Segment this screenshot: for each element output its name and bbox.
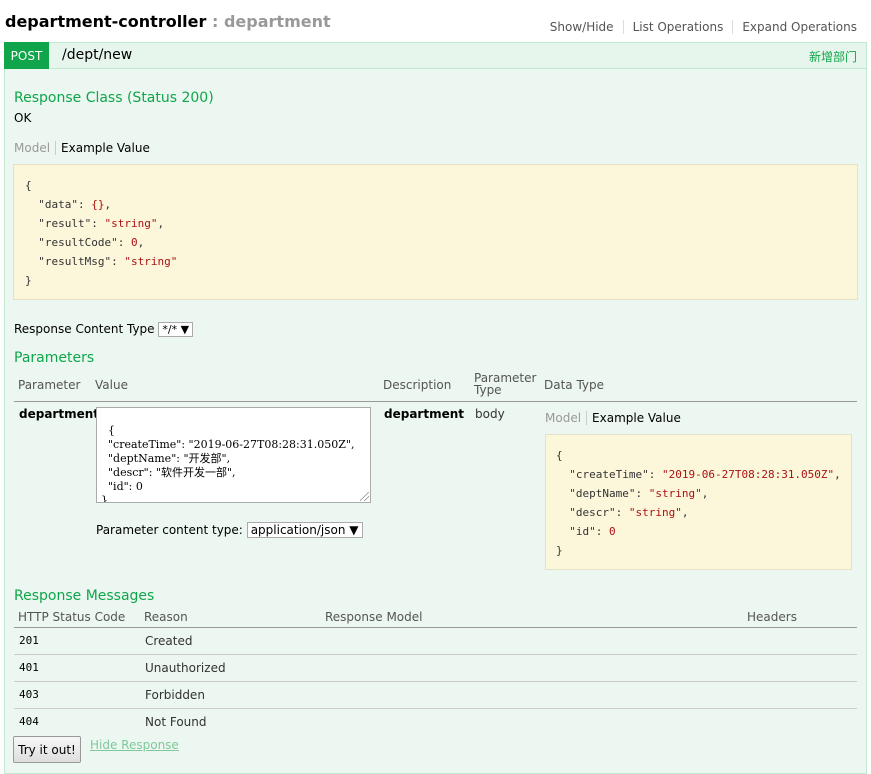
param-header-parameter: Parameter — [18, 378, 81, 392]
response-example-box: { "data": {}, "result": "string", "resul… — [13, 164, 858, 300]
controller-heading[interactable]: department-controller : department — [5, 12, 331, 31]
response-class-text: OK — [14, 111, 32, 125]
param-name: department — [19, 407, 99, 421]
json-open-brace: { — [556, 449, 563, 462]
controller-description: department — [223, 12, 331, 31]
row-divider — [14, 681, 857, 682]
param-header-type: Parameter Type — [474, 371, 537, 397]
response-class-title: Response Class (Status 200) — [14, 90, 214, 106]
resize-handle-icon[interactable] — [360, 492, 369, 501]
response-content-type-select[interactable]: */* ▼ — [158, 322, 194, 337]
param-content-type: Parameter content type: application/json… — [96, 522, 363, 538]
table-row-reason: Unauthorized — [145, 661, 226, 675]
table-row-reason: Forbidden — [145, 688, 205, 702]
header-links: Show/Hide List Operations Expand Operati… — [541, 20, 857, 34]
msg-header-status: HTTP Status Code — [18, 610, 126, 624]
param-header-value: Value — [95, 378, 128, 392]
table-row-reason: Created — [145, 634, 193, 648]
json-line: "result": "string", — [38, 217, 165, 230]
param-example-value-tab[interactable]: Example Value — [587, 411, 681, 425]
response-messages-title: Response Messages — [14, 588, 155, 604]
param-header-data-type: Data Type — [544, 378, 605, 392]
dropdown-arrow-icon: ▼ — [180, 323, 190, 336]
row-divider — [14, 708, 857, 709]
json-line: "resultCode": 0, — [38, 236, 145, 249]
operation-summary[interactable]: 新增部门 — [809, 48, 857, 65]
param-type: body — [475, 407, 505, 421]
dropdown-arrow-icon: ▼ — [349, 523, 359, 537]
list-operations-link[interactable]: List Operations — [624, 20, 734, 34]
msg-header-reason: Reason — [144, 610, 188, 624]
controller-separator: : — [211, 12, 219, 31]
json-line: "resultMsg": "string" — [38, 255, 178, 268]
json-open-brace: { — [25, 179, 32, 192]
response-content-type-label: Response Content Type — [14, 322, 155, 336]
response-model-tabs: Model Example Value — [14, 141, 150, 155]
operation-path[interactable]: /dept/new — [62, 47, 132, 63]
param-content-type-select[interactable]: application/json ▼ — [246, 522, 363, 538]
msg-header-divider — [14, 627, 857, 628]
hide-response-link[interactable]: Hide Response — [90, 738, 179, 752]
param-example-box[interactable]: { "createTime": "2019-06-27T08:28:31.050… — [545, 434, 852, 570]
table-row-code: 404 — [19, 715, 39, 728]
controller-name: department-controller — [5, 12, 207, 31]
param-header-description: Description — [383, 378, 452, 392]
table-row-code: 201 — [19, 634, 39, 647]
parameters-title: Parameters — [14, 350, 95, 366]
row-divider — [14, 654, 857, 655]
param-content-type-label: Parameter content type: — [96, 523, 243, 537]
json-close-brace: } — [556, 544, 563, 557]
msg-header-headers: Headers — [747, 610, 797, 624]
table-row-reason: Not Found — [145, 715, 207, 729]
expand-operations-link[interactable]: Expand Operations — [733, 20, 857, 34]
http-method-badge[interactable]: POST — [4, 42, 49, 69]
json-line: "descr": "string", — [569, 506, 689, 519]
operation-header[interactable] — [4, 42, 867, 69]
model-tab[interactable]: Model — [14, 141, 57, 155]
response-content-type: Response Content Type */* ▼ — [14, 322, 194, 337]
param-model-tab[interactable]: Model — [545, 411, 588, 425]
example-value-tab[interactable]: Example Value — [56, 141, 150, 155]
param-model-tabs: Model Example Value — [545, 411, 681, 425]
table-row-code: 401 — [19, 661, 39, 674]
show-hide-link[interactable]: Show/Hide — [541, 20, 624, 34]
param-value-textarea[interactable]: { "createTime": "2019-06-27T08:28:31.050… — [96, 407, 371, 503]
json-line: "deptName": "string", — [569, 487, 709, 500]
json-line: "createTime": "2019-06-27T08:28:31.050Z"… — [569, 468, 841, 481]
table-row-code: 403 — [19, 688, 39, 701]
try-it-out-button[interactable]: Try it out! — [13, 736, 81, 763]
json-line: "id": 0 — [569, 525, 616, 538]
json-close-brace: } — [25, 274, 32, 287]
msg-header-model: Response Model — [325, 610, 423, 624]
param-header-divider — [14, 401, 857, 402]
param-description: department — [384, 407, 464, 421]
json-line: "data": {}, — [38, 198, 112, 211]
